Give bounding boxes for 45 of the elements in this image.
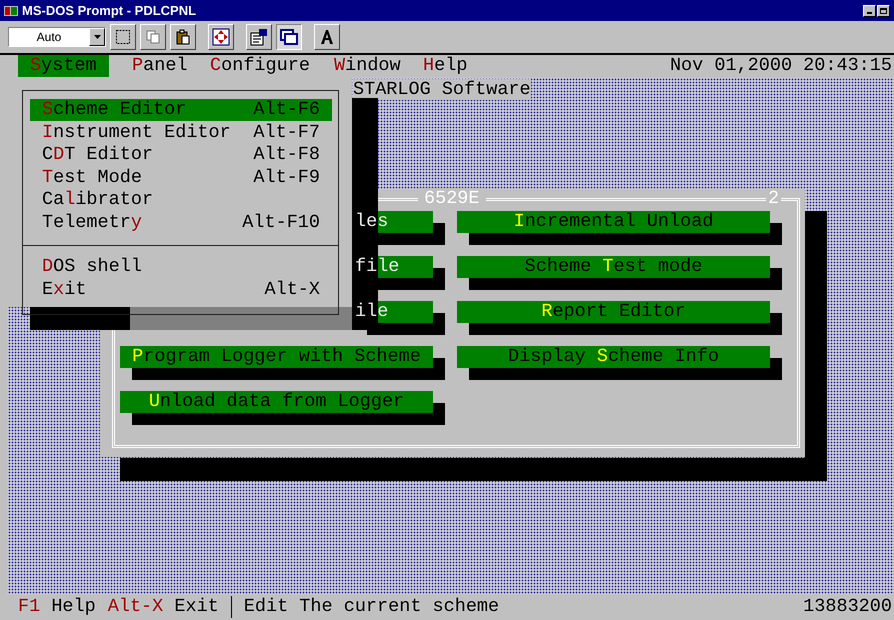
menu-button[interactable]: Scheme Test mode (457, 256, 770, 278)
copy-button[interactable] (140, 24, 166, 50)
paste-button[interactable] (170, 24, 196, 50)
menu-button[interactable]: Incremental Unload (457, 211, 770, 233)
menu-item[interactable]: Help (411, 55, 480, 77)
maximize-button[interactable] (877, 4, 890, 16)
dropdown-item[interactable]: Instrument Editor Alt-F7 (30, 122, 332, 144)
minimize-button[interactable] (863, 4, 876, 16)
menu-button[interactable]: Report Editor (457, 301, 770, 323)
properties-button[interactable] (246, 24, 272, 50)
copy-icon (145, 29, 161, 45)
dropdown-item[interactable]: CDT Editor Alt-F8 (30, 144, 332, 166)
menu-button[interactable]: Unload data from Logger (120, 391, 433, 413)
properties-icon (250, 28, 268, 46)
window-icon (280, 28, 298, 46)
app-title: STARLOG Software (353, 79, 531, 100)
font-size-select[interactable]: Auto (8, 27, 106, 47)
window-title: MS-DOS Prompt - PDLCPNL (22, 2, 196, 20)
status-key-hint[interactable]: F1 Help (18, 596, 96, 618)
menu-item[interactable]: System (18, 55, 109, 77)
menu-item[interactable]: Configure (198, 55, 322, 77)
menu-button[interactable]: Display Scheme Info (457, 346, 770, 368)
menu-button[interactable]: Program Logger with Scheme (120, 346, 433, 368)
dropdown-item[interactable]: Telemetry Alt-F10 (30, 212, 332, 234)
menu-item[interactable]: Panel (120, 55, 200, 77)
date-time: Nov 01,2000 20:43:15 (670, 55, 892, 77)
mark-icon (115, 29, 131, 45)
clipboard-icon (175, 29, 191, 45)
menu-item[interactable]: Window (322, 55, 413, 77)
status-message: Edit The current scheme (244, 596, 500, 618)
mark-button[interactable] (110, 24, 136, 50)
status-counter: 13883200 (803, 596, 892, 618)
dropdown-arrow-icon (94, 35, 100, 39)
background-button[interactable] (276, 24, 302, 50)
dropdown-item[interactable]: Calibrator (30, 189, 332, 211)
ms-dos-icon (4, 4, 18, 18)
dropdown-item[interactable]: DOS shell (30, 256, 332, 278)
dropdown-item[interactable]: Exit Alt-X (30, 278, 332, 300)
status-key-hint[interactable]: Alt-X Exit (108, 596, 219, 618)
dropdown-item[interactable]: Test Mode Alt-F9 (30, 166, 332, 188)
arrows-out-icon (212, 28, 230, 46)
dropdown-item[interactable]: Scheme Editor Alt-F6 (30, 99, 332, 121)
letter-icon (319, 29, 335, 45)
font-button[interactable] (314, 24, 340, 50)
full-screen-button[interactable] (208, 24, 234, 50)
